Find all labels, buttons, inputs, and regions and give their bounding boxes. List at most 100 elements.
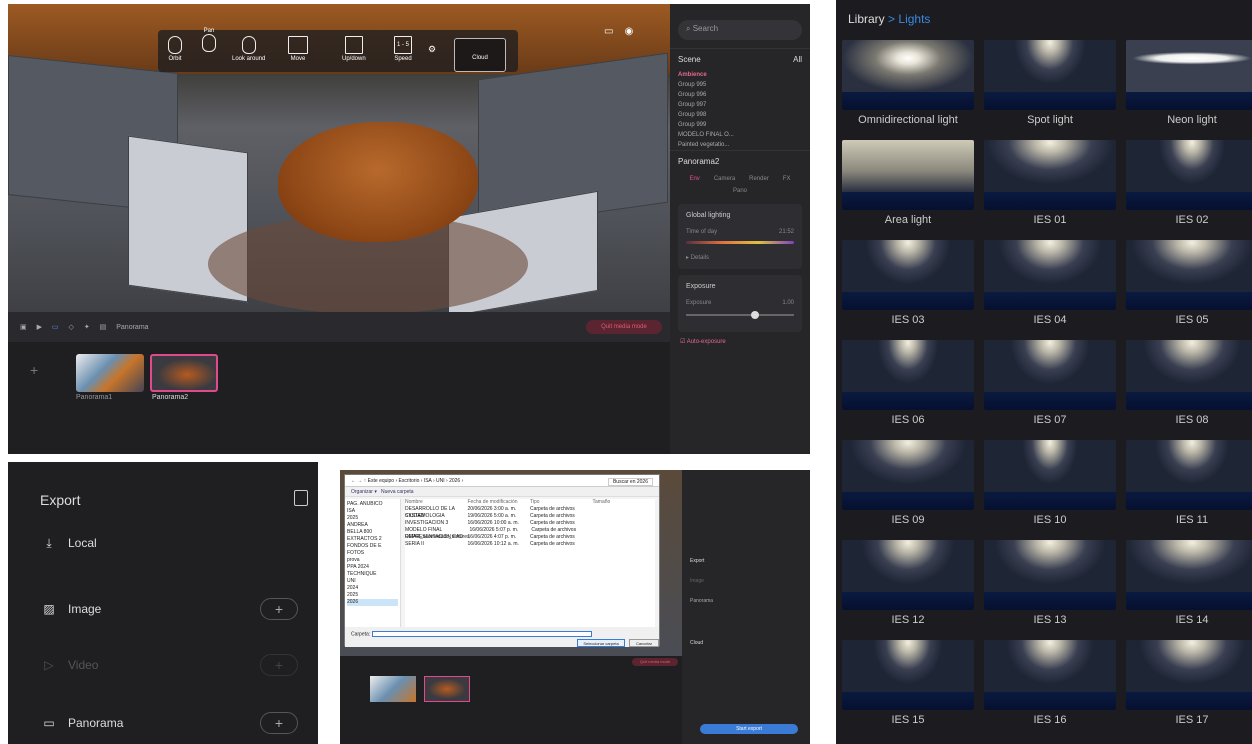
scene-item[interactable]: Group 999 — [670, 120, 810, 130]
file-row[interactable]: MODELO FINAL OMAR_acomodado_textures 16/0… — [405, 527, 655, 540]
light-tile[interactable] — [1126, 40, 1252, 110]
tree-item[interactable]: UNI — [347, 578, 398, 585]
tree-item[interactable]: FONDOS DE E — [347, 543, 398, 550]
scene-item[interactable]: Group 997 — [670, 100, 810, 110]
add-image-export-button[interactable]: + — [260, 598, 298, 620]
tree-item[interactable]: ANDREA — [347, 522, 398, 529]
quit-media-mode-button[interactable]: Quit media mode — [632, 658, 678, 666]
scene-filter-dropdown[interactable]: All — [793, 55, 802, 64]
light-tile[interactable] — [842, 440, 974, 510]
details-toggle[interactable]: ▸ Details — [686, 254, 794, 261]
light-tile[interactable] — [1126, 340, 1252, 410]
pan-tool[interactable]: Pan — [202, 28, 216, 54]
scene-item[interactable]: Group 996 — [670, 90, 810, 100]
panel-collapse-icon[interactable] — [294, 490, 308, 506]
light-tile[interactable] — [1126, 440, 1252, 510]
tree-item[interactable]: PAG. ANUBICO — [347, 501, 398, 508]
search-input[interactable]: ⌕ Search — [678, 20, 802, 40]
orbit-tool[interactable]: Orbit — [168, 36, 182, 62]
panorama-mode-icon[interactable]: ▭ — [52, 324, 59, 331]
scene-item[interactable]: Group 995 — [670, 80, 810, 90]
tree-item[interactable]: EXTRACTOS 2 — [347, 536, 398, 543]
tree-item[interactable]: FOTOS — [347, 550, 398, 557]
scene-item[interactable]: MODELO FINAL O... — [670, 130, 810, 140]
file-row[interactable]: REPRESENTACION CAD 16/06/2026 4:07 p. m. C… — [405, 534, 655, 541]
tree-item[interactable]: TECHNIQUE — [347, 571, 398, 578]
cloud-button[interactable]: Cloud — [454, 38, 506, 72]
tab-render[interactable]: Render — [749, 176, 769, 182]
tab-env[interactable]: Env — [689, 176, 699, 182]
screenshot-icon[interactable]: ▣ — [20, 324, 27, 331]
move-tool[interactable]: Move — [288, 36, 308, 62]
tree-item[interactable]: PPA 2024 — [347, 564, 398, 571]
side-export-panorama[interactable]: Panorama — [682, 584, 810, 604]
light-tile[interactable] — [842, 640, 974, 710]
tree-item[interactable]: 2026 — [347, 599, 398, 606]
add-panorama-button[interactable]: + — [30, 362, 38, 378]
side-export-image[interactable]: Image — [682, 564, 810, 584]
light-tile[interactable] — [984, 540, 1116, 610]
scene-item[interactable]: Painted vegetatio... — [670, 140, 810, 150]
light-tile[interactable] — [984, 640, 1116, 710]
look-around-tool[interactable]: Look around — [232, 36, 265, 62]
light-tile[interactable] — [1126, 140, 1252, 210]
person-icon[interactable]: ✦ — [84, 324, 90, 331]
folder-name-input[interactable] — [371, 631, 592, 637]
organize-menu[interactable]: Organizar ▾ — [351, 489, 377, 495]
tree-item[interactable]: 2025 — [347, 515, 398, 522]
3d-viewport[interactable]: Orbit Pan Look around Move Up/down 1 - 5… — [8, 4, 670, 312]
light-tile[interactable] — [1126, 240, 1252, 310]
breadcrumb-library[interactable]: Library — [848, 12, 885, 26]
panel-toggle-icon[interactable]: ▭ — [604, 26, 613, 37]
ambience-item[interactable]: Ambience — [670, 70, 810, 80]
light-tile[interactable] — [842, 340, 974, 410]
folder-search-input[interactable]: Buscar en 2026 — [607, 478, 653, 486]
video-icon[interactable]: ▶ — [37, 324, 42, 331]
document-icon[interactable]: ▤ — [100, 324, 107, 331]
light-tile[interactable] — [842, 240, 974, 310]
tree-item[interactable]: ISA — [347, 508, 398, 515]
panorama-thumbnail[interactable] — [76, 354, 144, 392]
auto-exposure-checkbox[interactable]: ☑ Auto-exposure — [670, 338, 810, 345]
settings-gear-icon[interactable]: ⚙ — [428, 44, 436, 55]
scene-item[interactable]: Group 998 — [670, 110, 810, 120]
tree-item[interactable]: prova — [347, 557, 398, 564]
file-row[interactable]: SERIA II 16/06/2026 10:12 a. m. Carpeta de… — [405, 541, 655, 548]
light-tile[interactable] — [984, 440, 1116, 510]
light-tile[interactable] — [984, 140, 1116, 210]
light-tile[interactable] — [984, 240, 1116, 310]
cancel-button[interactable]: Cancelar — [629, 639, 659, 647]
panorama-thumbnail-selected[interactable] — [424, 676, 470, 702]
light-tile[interactable] — [1126, 640, 1252, 710]
tree-item[interactable]: BELLA 800 — [347, 529, 398, 536]
light-tile[interactable] — [984, 40, 1116, 110]
updown-tool[interactable]: Up/down — [342, 36, 366, 62]
panorama-thumbnail[interactable] — [370, 676, 416, 702]
side-export-cloud[interactable]: Cloud — [682, 604, 810, 646]
add-video-export-button[interactable]: + — [260, 654, 298, 676]
tab-pano[interactable]: Pano — [733, 188, 747, 194]
exposure-slider[interactable] — [686, 311, 794, 319]
tree-item[interactable]: 2024 — [347, 585, 398, 592]
file-row[interactable]: DESARROLLO DE LA CIUDAD 20/06/2026 3:00 a… — [405, 506, 655, 519]
light-tile[interactable] — [1126, 540, 1252, 610]
select-folder-button[interactable]: Seleccionar carpeta — [577, 639, 625, 647]
file-row[interactable]: INVESTIGACION 3 16/06/2026 10:00 a. m. Car… — [405, 520, 655, 527]
speed-tool[interactable]: 1 - 5 Speed — [394, 36, 412, 62]
new-folder-button[interactable]: Nueva carpeta — [381, 489, 414, 495]
tab-camera[interactable]: Camera — [714, 176, 735, 182]
address-bar[interactable]: ← → ↑ Este equipo › Escritorio › ISA › U… — [345, 475, 659, 487]
panorama-thumbnail-selected[interactable] — [150, 354, 218, 392]
eye-icon[interactable]: ◉ — [625, 26, 634, 37]
file-row[interactable]: SYSTEMOLOGIA 19/06/2026 5:00 a. m. Carpeta… — [405, 513, 655, 520]
light-tile[interactable] — [842, 140, 974, 210]
tab-fx[interactable]: FX — [783, 176, 791, 182]
add-panorama-export-button[interactable]: + — [260, 712, 298, 734]
tree-item[interactable]: 2025 — [347, 592, 398, 599]
layers-icon[interactable]: ◇ — [69, 324, 74, 331]
start-export-button[interactable]: Start export — [700, 724, 798, 734]
time-of-day-slider[interactable] — [686, 241, 794, 244]
light-tile[interactable] — [842, 40, 974, 110]
quit-media-mode-button[interactable]: Quit media mode — [586, 320, 662, 334]
light-tile[interactable] — [984, 340, 1116, 410]
